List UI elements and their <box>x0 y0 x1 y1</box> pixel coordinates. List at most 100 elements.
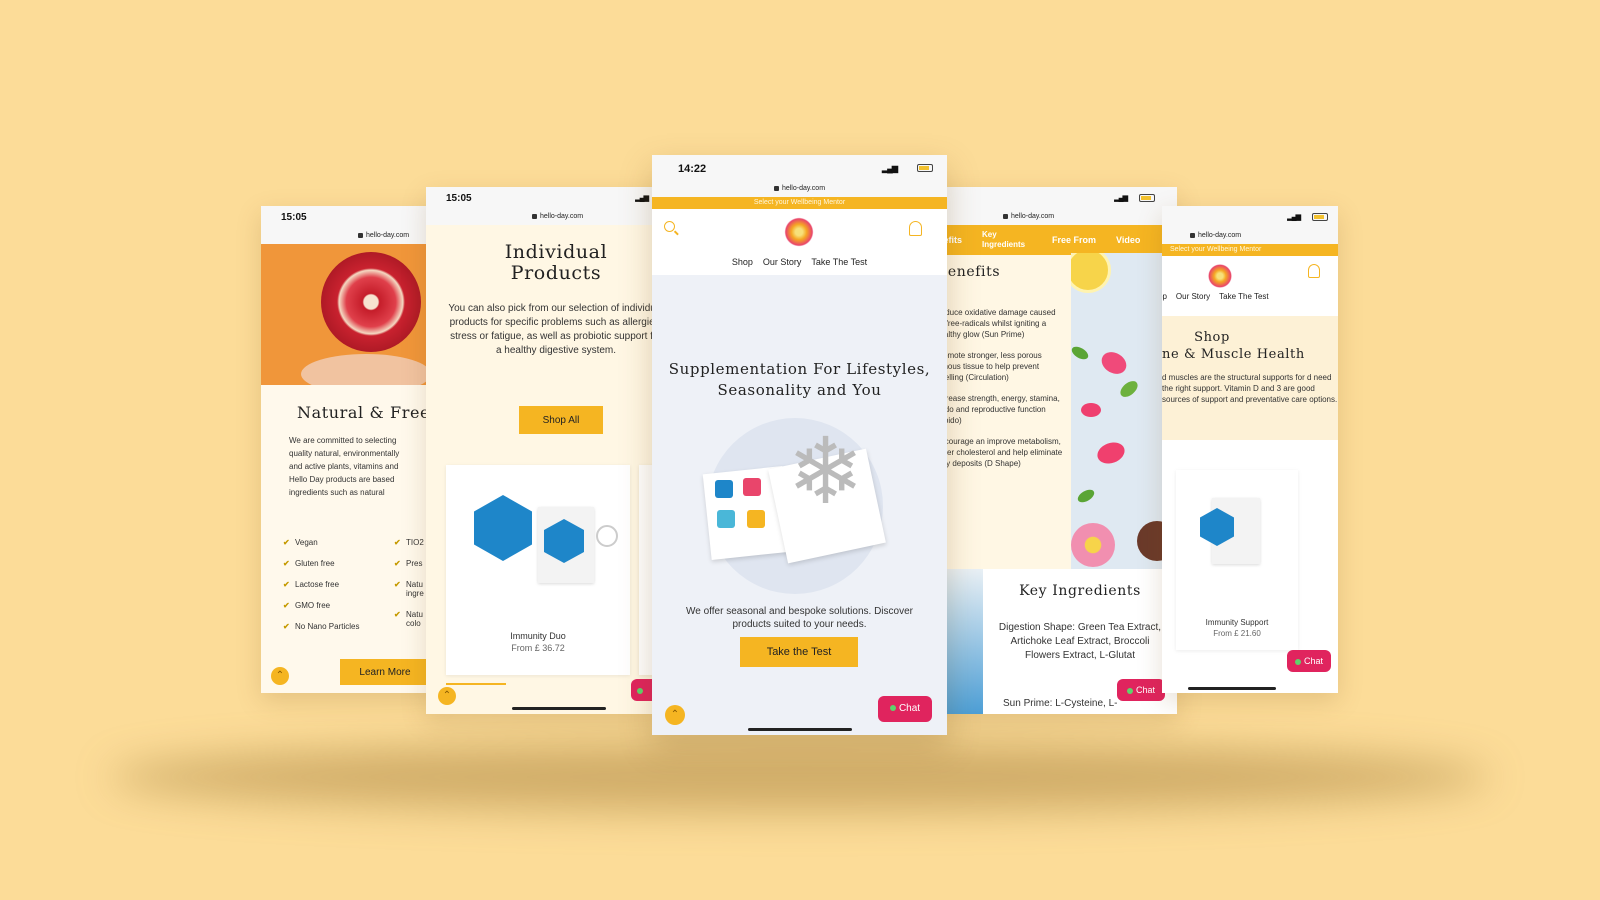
shop-all-button[interactable]: Shop All <box>519 406 603 434</box>
learn-more-button[interactable]: Learn More <box>340 659 430 685</box>
home-indicator <box>512 707 606 710</box>
phone-natural-free: 15:05 hello-day.com Natural & Free We ar… <box>261 206 441 693</box>
product-card[interactable]: Immunity Duo From £ 36.72 <box>446 465 630 675</box>
take-test-button[interactable]: Take the Test <box>740 637 858 667</box>
home-indicator <box>1188 687 1276 690</box>
tab-free-from[interactable]: Free From <box>1042 235 1106 245</box>
check-icon: ✔ <box>283 580 290 589</box>
shop-subtitle: ne & Muscle Health <box>1162 347 1305 362</box>
product-price: From £ 36.72 <box>511 643 565 653</box>
battery-icon <box>1312 213 1328 221</box>
search-icon[interactable] <box>664 221 675 232</box>
logo[interactable] <box>782 215 816 249</box>
url-text: hello-day.com <box>1011 213 1055 220</box>
signal-icon: ▂▄▆ <box>1114 195 1128 202</box>
shop-hero: Shop ne & Muscle Health d muscles are th… <box>1162 316 1338 440</box>
signal-icon: ▂▄▆ <box>882 164 898 173</box>
check-item: ✔ Lactose free <box>283 580 340 589</box>
product-name: Immunity Duo <box>510 631 566 641</box>
key-ingredients-title: Key Ingredients <box>1019 583 1141 599</box>
account-icon[interactable] <box>909 221 922 236</box>
url-text: hello-day.com <box>781 185 826 192</box>
signal-icon: ▂▄▆ <box>635 195 649 202</box>
mentor-banner[interactable]: Select your Wellbeing Mentor <box>1162 244 1338 256</box>
status-time: 15:05 <box>446 193 472 204</box>
status-bar: ▂▄▆ <box>1162 206 1338 228</box>
shop-title: Shop <box>1194 330 1230 345</box>
search-icon-handle <box>674 230 679 236</box>
hero-title: Supplementation For Lifestyles, Seasonal… <box>668 360 931 399</box>
url-bar[interactable]: hello-day.com <box>261 228 441 244</box>
product-price: From £ 21.60 <box>1213 629 1261 638</box>
status-time: 15:05 <box>281 212 307 223</box>
benefit-item: Increase strength, energy, stamina, libi… <box>935 394 1060 425</box>
shop-text: d muscles are the structural supports fo… <box>1162 373 1338 404</box>
hero-text: We offer seasonal and bespoke solutions.… <box>686 606 913 630</box>
check-item: ✔ Gluten free <box>283 559 335 568</box>
status-bar: 15:05 ▂▄▆ <box>426 187 662 209</box>
floor-shadow <box>110 742 1490 812</box>
check-icon: ✔ <box>394 580 401 589</box>
check-item: ✔ No Nano Particles <box>283 622 360 631</box>
check-icon: ✔ <box>283 622 290 631</box>
nav-our-story[interactable]: Our Story <box>763 257 802 267</box>
product-name: Immunity Support <box>1205 618 1269 627</box>
check-icon: ✔ <box>394 538 401 547</box>
url-bar[interactable]: hello-day.com <box>426 209 662 225</box>
scroll-top-button[interactable]: ⌃ <box>438 687 456 705</box>
hero-product-image: ❄ <box>702 418 886 594</box>
snowflake-icon: ❄ <box>787 421 865 523</box>
home-indicator <box>748 728 852 731</box>
nav-take-test[interactable]: Take The Test <box>811 257 867 267</box>
lock-icon <box>773 185 779 191</box>
account-icon[interactable] <box>1308 264 1320 278</box>
url-bar[interactable]: hello-day.com <box>933 209 1177 225</box>
status-bar: 14:22 ▂▄▆ <box>652 155 947 181</box>
product-image <box>1176 470 1298 580</box>
chat-button[interactable]: Chat <box>1287 650 1331 672</box>
url-bar[interactable]: hello-day.com <box>652 181 947 197</box>
benefit-item: Reduce oxidative damage caused by free-r… <box>935 308 1056 339</box>
phone-individual-products: 15:05 ▂▄▆ hello-day.com Individual Produc… <box>426 187 662 714</box>
benefit-item: Promote stronger, less porous venous tis… <box>935 351 1042 382</box>
lock-icon <box>1190 232 1195 238</box>
check-item: ✔ Natu ingre <box>394 580 424 598</box>
chat-button[interactable]: Chat <box>878 696 932 722</box>
scroll-top-button[interactable]: ⌃ <box>665 705 685 725</box>
main-nav: Shop Our Story Take The Test <box>652 257 947 267</box>
logo[interactable] <box>1206 262 1234 290</box>
section-text: We are committed to selecting quality na… <box>289 436 400 502</box>
mentor-banner[interactable]: Select your Wellbeing Mentor <box>652 197 947 209</box>
status-time: 14:22 <box>678 163 707 175</box>
section-title: Natural & Free <box>297 403 431 422</box>
check-item: ✔ Vegan <box>283 538 318 547</box>
status-bar: 38▂▄▆ <box>933 187 1177 209</box>
url-text: hello-day.com <box>366 232 410 239</box>
pomegranate-image <box>261 244 441 385</box>
benefit-item: Encourage an improve metabolism, lower c… <box>935 437 1063 468</box>
benefits-list: Reduce oxidative damage caused by free-r… <box>933 307 1063 479</box>
chat-button[interactable]: Chat <box>1117 679 1165 701</box>
site-header: Shop Our Story Take The Test <box>652 209 947 275</box>
product-card[interactable]: Immunity Support From £ 21.60 <box>1176 470 1298 650</box>
online-dot <box>889 705 896 712</box>
tab-key-ingredients[interactable]: Key Ingredients <box>972 230 1042 250</box>
lock-icon <box>532 213 537 219</box>
check-icon: ✔ <box>283 559 290 568</box>
scroll-top-button[interactable]: ⌃ <box>271 667 289 685</box>
carousel-progress <box>446 683 506 685</box>
signal-icon: ▂▄▆ <box>1287 214 1301 221</box>
battery-icon <box>917 164 933 172</box>
phone-benefits: 38▂▄▆ hello-day.com enefits Key Ingredie… <box>933 187 1177 714</box>
battery-icon <box>1139 194 1155 202</box>
tab-video[interactable]: Video <box>1106 235 1150 245</box>
nav-our-story[interactable]: Our Story <box>1176 292 1210 301</box>
nav-shop[interactable]: op <box>1162 292 1167 301</box>
nav-take-test[interactable]: Take The Test <box>1219 292 1269 301</box>
key-ingredients-more: Sun Prime: L-Cysteine, L- <box>1003 698 1118 709</box>
url-bar[interactable]: hello-day.com <box>1162 228 1338 244</box>
check-icon: ✔ <box>394 610 401 619</box>
section-text: You can also pick from our selection of … <box>448 303 662 356</box>
nav-shop[interactable]: Shop <box>732 257 753 267</box>
check-item: ✔ Natu colo <box>394 610 423 628</box>
